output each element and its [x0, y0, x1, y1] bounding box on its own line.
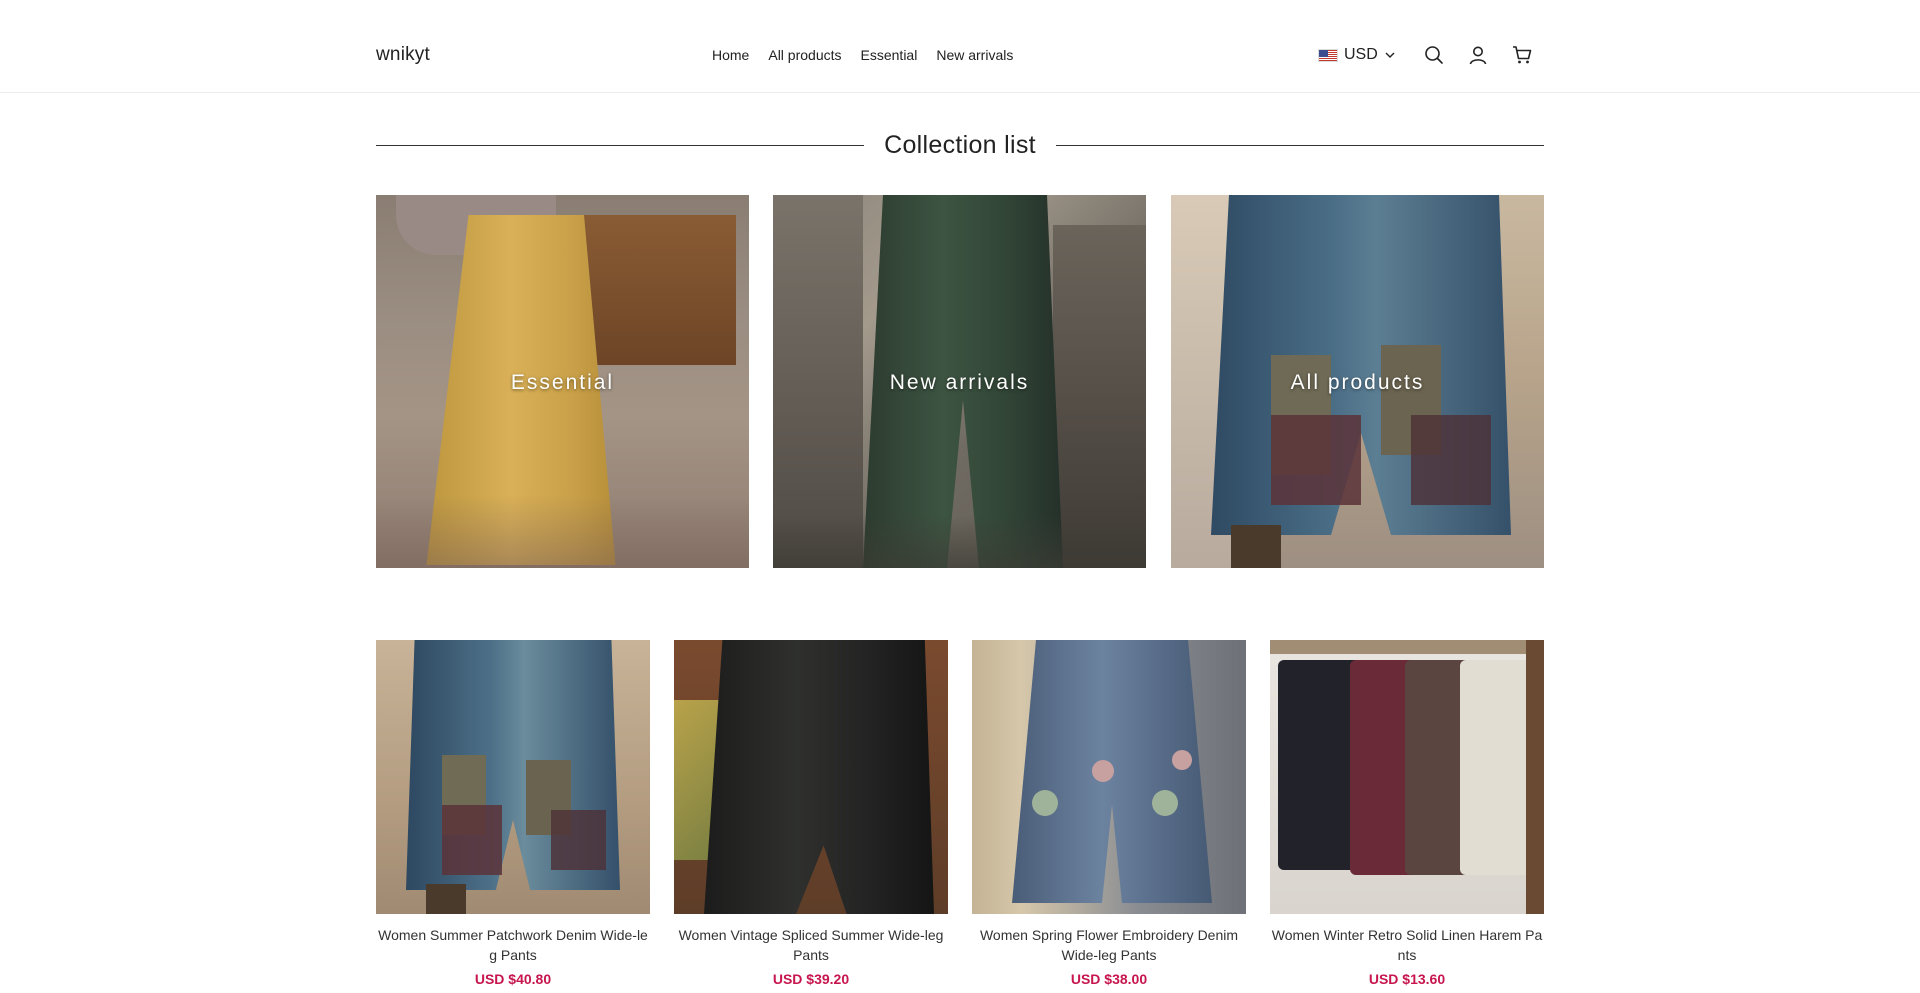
product-image[interactable]: [376, 640, 650, 914]
nav-new-arrivals[interactable]: New arrivals: [936, 47, 1013, 63]
us-flag-icon: [1318, 48, 1338, 62]
chevron-down-icon: [1385, 52, 1395, 58]
product-price: USD $39.20: [772, 971, 850, 987]
product-name[interactable]: Women Spring Flower Embroidery Denim Wid…: [972, 925, 1246, 965]
product-card[interactable]: Women Spring Flower Embroidery Denim Wid…: [972, 640, 1246, 987]
product-image[interactable]: [1270, 640, 1544, 914]
collection-label: Essential: [510, 371, 615, 394]
product-card[interactable]: Women Winter Retro Solid Linen Harem Pan…: [1270, 640, 1544, 987]
store-logo[interactable]: wnikyt: [376, 44, 430, 66]
currency-selector[interactable]: USD: [1318, 46, 1396, 64]
product-price: USD $40.80: [474, 971, 552, 987]
main-nav: Home All products Essential New arrivals: [712, 47, 1013, 63]
product-price: USD $38.00: [1070, 971, 1148, 987]
section-title: Collection list: [884, 130, 1036, 159]
collection-card-essential[interactable]: Essential: [376, 195, 749, 568]
divider-line-right: [1055, 144, 1544, 146]
collection-card-new-arrivals[interactable]: New arrivals: [773, 195, 1146, 568]
collection-card-all-products[interactable]: All products: [1171, 195, 1544, 568]
product-card[interactable]: Women Vintage Spliced Summer Wide-leg Pa…: [674, 640, 948, 987]
product-image[interactable]: [972, 640, 1246, 914]
product-price: USD $13.60: [1368, 971, 1446, 987]
currency-label: USD: [1344, 46, 1378, 63]
divider-line-left: [376, 144, 865, 146]
account-icon[interactable]: [1467, 44, 1489, 66]
product-image[interactable]: [674, 640, 948, 914]
nav-all-products[interactable]: All products: [768, 47, 841, 63]
collection-label: New arrivals: [889, 371, 1030, 394]
product-name[interactable]: Women Vintage Spliced Summer Wide-leg Pa…: [674, 925, 948, 965]
product-card[interactable]: Women Summer Patchwork Denim Wide-leg Pa…: [376, 640, 650, 987]
cart-icon[interactable]: [1511, 44, 1533, 66]
search-icon[interactable]: [1423, 44, 1445, 66]
product-name[interactable]: Women Summer Patchwork Denim Wide-leg Pa…: [376, 925, 650, 965]
nav-essential[interactable]: Essential: [861, 47, 918, 63]
collection-list-heading: Collection list: [376, 128, 1544, 162]
product-name[interactable]: Women Winter Retro Solid Linen Harem Pan…: [1270, 925, 1544, 965]
nav-home[interactable]: Home: [712, 47, 749, 63]
site-header: wnikyt Home All products Essential New a…: [0, 0, 1920, 93]
collection-label: All products: [1290, 371, 1425, 394]
